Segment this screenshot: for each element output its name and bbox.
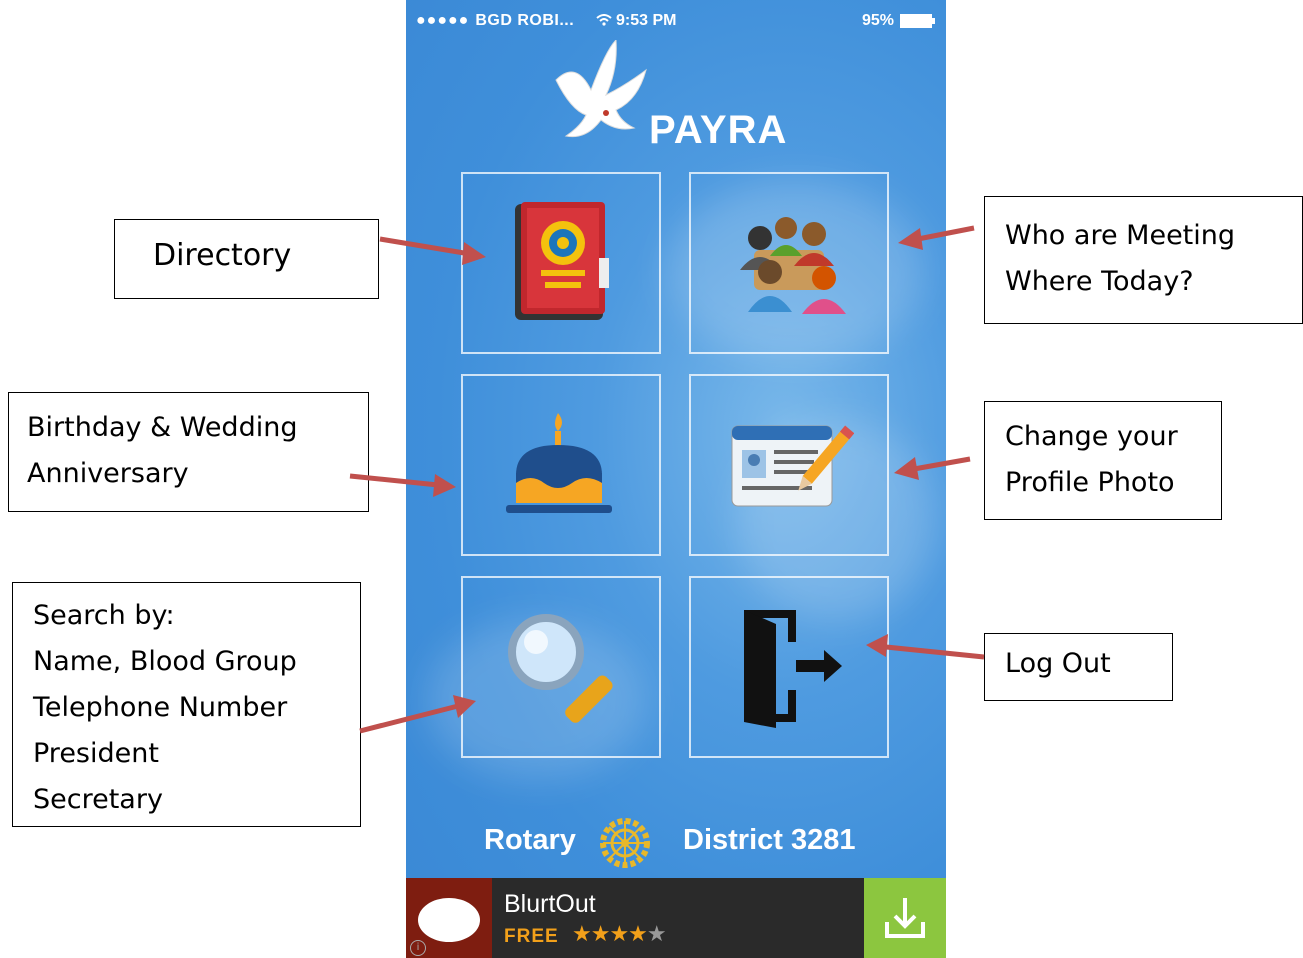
time-text: 9:53 PM <box>616 12 677 29</box>
ad-rating: ★★★★★ <box>572 922 667 947</box>
app-logo: PAYRA <box>546 40 826 160</box>
callout-meeting: Who are Meeting Where Today? <box>984 196 1303 324</box>
ad-banner[interactable]: i BlurtOut FREE ★★★★★ <box>406 878 946 958</box>
tile-directory[interactable] <box>461 172 661 354</box>
ad-app-logo: i <box>406 878 492 958</box>
tile-logout[interactable] <box>689 576 889 758</box>
status-time: 9:53 PM <box>596 12 676 30</box>
footer-district: District 3281 <box>683 824 856 856</box>
status-bar: ●●●●● BGD ROBI... 9:53 PM 95% <box>406 6 946 36</box>
tile-search[interactable] <box>461 576 661 758</box>
download-icon <box>885 898 925 938</box>
callout-search-text: Search by: Name, Blood Group Telephone N… <box>33 600 297 815</box>
signal-icon: ●●●●● <box>416 12 470 29</box>
callout-logout-text: Log Out <box>1005 648 1111 679</box>
id-card-pencil-icon <box>731 425 854 507</box>
wifi-icon <box>596 14 612 26</box>
footer: Rotary District 3281 <box>406 810 946 870</box>
callout-meeting-text: Who are Meeting Where Today? <box>1005 220 1236 297</box>
magnifier-icon <box>508 614 613 723</box>
footer-rotary: Rotary <box>484 824 576 856</box>
rating-star-empty: ★ <box>646 922 667 947</box>
callout-profile-text: Change your Profile Photo <box>1005 421 1178 498</box>
carrier-name: BGD ROBI... <box>475 12 575 29</box>
info-icon[interactable]: i <box>410 940 426 956</box>
battery-indicator: 95% <box>861 12 935 30</box>
cake-icon <box>506 413 612 513</box>
ad-download-button[interactable] <box>864 878 946 958</box>
speech-bubble-icon <box>418 898 480 942</box>
callout-logout: Log Out <box>984 633 1173 701</box>
callout-birthday: Birthday & Wedding Anniversary <box>8 392 369 512</box>
rotary-wheel-icon <box>600 818 650 868</box>
callout-directory-text: Directory <box>153 238 292 273</box>
tile-profile[interactable] <box>689 374 889 556</box>
ad-title: BlurtOut <box>504 890 596 918</box>
app-name: PAYRA <box>649 108 788 152</box>
callout-profile: Change your Profile Photo <box>984 401 1222 520</box>
rating-stars-filled: ★★★★ <box>572 922 648 947</box>
people-meeting-icon <box>740 217 846 314</box>
ad-free-label: FREE <box>504 926 559 947</box>
tile-birthday[interactable] <box>461 374 661 556</box>
dove-icon <box>555 40 647 138</box>
door-exit-icon <box>744 610 842 728</box>
callout-directory: Directory <box>114 219 379 299</box>
carrier: ●●●●● BGD ROBI... <box>416 12 574 30</box>
battery-percent: 95% <box>861 12 894 29</box>
tile-meeting[interactable] <box>689 172 889 354</box>
battery-icon <box>900 14 935 28</box>
phone-screen: ●●●●● BGD ROBI... 9:53 PM 95% PAYRA Rota… <box>406 0 946 958</box>
callout-search: Search by: Name, Blood Group Telephone N… <box>12 582 361 827</box>
callout-birthday-text: Birthday & Wedding Anniversary <box>27 412 298 489</box>
book-icon <box>515 202 609 320</box>
